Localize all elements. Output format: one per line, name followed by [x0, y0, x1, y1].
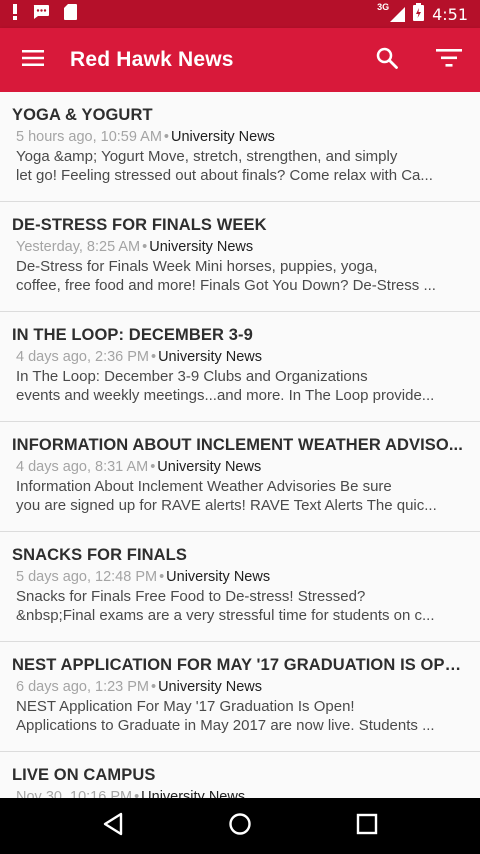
article-summary: NEST Application For May '17 Graduation …: [12, 697, 468, 735]
filter-icon: [436, 48, 462, 72]
article-time: Nov 30, 10:16 PM: [16, 789, 133, 798]
article-summary: De-Stress for Finals Week Mini horses, p…: [12, 257, 468, 295]
article-summary-line: In The Loop: December 3-9 Clubs and Orga…: [16, 368, 368, 385]
meta-separator: •: [151, 679, 157, 695]
article-meta: Nov 30, 10:16 PM • University News: [12, 789, 468, 798]
article-card[interactable]: INFORMATION ABOUT INCLEMENT WEATHER ADVI…: [0, 422, 480, 532]
article-summary-line: you are signed up for RAVE alerts! RAVE …: [16, 497, 437, 514]
article-category: University News: [166, 569, 271, 585]
meta-separator: •: [150, 459, 156, 475]
meta-separator: •: [163, 129, 169, 145]
back-button[interactable]: [78, 798, 148, 854]
article-category: University News: [149, 239, 254, 255]
article-summary-line: Yoga &amp; Yogurt Move, stretch, strengt…: [16, 148, 398, 165]
article-card[interactable]: IN THE LOOP: DECEMBER 3-9 4 days ago, 2:…: [0, 312, 480, 422]
article-title: DE-STRESS FOR FINALS WEEK: [12, 216, 267, 234]
article-summary-line: Information About Inclement Weather Advi…: [16, 478, 392, 495]
recents-icon: [356, 813, 378, 840]
battery-icon: [413, 3, 425, 25]
article-summary: Yoga &amp; Yogurt Move, stretch, strengt…: [12, 147, 468, 185]
article-card[interactable]: LIVE ON CAMPUS Nov 30, 10:16 PM • Universi…: [0, 752, 480, 798]
article-time: Yesterday, 8:25 AM: [16, 239, 141, 255]
signal-icon: 3G: [377, 2, 406, 23]
sd-card-icon: [64, 4, 77, 24]
chat-icon: [32, 4, 50, 24]
article-time: 6 days ago, 1:23 PM: [16, 679, 149, 695]
meta-separator: •: [159, 569, 165, 585]
status-time: 4:51: [432, 4, 468, 24]
article-meta: 4 days ago, 8:31 AM • University News: [12, 459, 468, 475]
article-summary: Snacks for Finals Free Food to De-stress…: [12, 587, 468, 625]
article-summary-line: NEST Application For May '17 Graduation …: [16, 698, 355, 715]
article-title: SNACKS FOR FINALS: [12, 546, 187, 564]
article-summary-line: Applications to Graduate in May 2017 are…: [16, 717, 435, 734]
article-time: 4 days ago, 8:31 AM: [16, 459, 149, 475]
article-time: 4 days ago, 2:36 PM: [16, 349, 149, 365]
article-time: 5 days ago, 12:48 PM: [16, 569, 158, 585]
article-title: LIVE ON CAMPUS: [12, 766, 156, 784]
app-bar: Red Hawk News: [0, 28, 480, 92]
article-summary: In The Loop: December 3-9 Clubs and Orga…: [12, 367, 468, 405]
menu-icon: [22, 49, 44, 71]
status-bar: 3G 4:51: [0, 0, 480, 28]
article-summary-line: events and weekly meetings...and more. I…: [16, 387, 435, 404]
article-time: 5 hours ago, 10:59 AM: [16, 129, 162, 145]
article-card[interactable]: SNACKS FOR FINALS 5 days ago, 12:48 PM • U…: [0, 532, 480, 642]
article-category: University News: [158, 349, 263, 365]
article-meta: 5 hours ago, 10:59 AM • University News: [12, 129, 468, 145]
article-meta: 4 days ago, 2:36 PM • University News: [12, 349, 468, 365]
article-card[interactable]: DE-STRESS FOR FINALS WEEK Yesterday, 8:2…: [0, 202, 480, 312]
article-summary-line: Snacks for Finals Free Food to De-stress…: [16, 588, 366, 605]
menu-button[interactable]: [0, 28, 66, 92]
article-meta: 6 days ago, 1:23 PM • University News: [12, 679, 468, 695]
home-button[interactable]: [205, 798, 275, 854]
system-nav-bar: [0, 798, 480, 854]
search-icon: [376, 47, 398, 74]
meta-separator: •: [134, 789, 140, 798]
article-summary-line: De-Stress for Finals Week Mini horses, p…: [16, 258, 378, 275]
filter-button[interactable]: [418, 28, 480, 92]
article-title: NEST APPLICATION FOR MAY '17 GRADUATION …: [12, 656, 468, 674]
article-title: INFORMATION ABOUT INCLEMENT WEATHER ADVI…: [12, 436, 463, 454]
article-title: IN THE LOOP: DECEMBER 3-9: [12, 326, 253, 344]
article-category: University News: [158, 679, 263, 695]
meta-separator: •: [151, 349, 157, 365]
back-icon: [102, 812, 124, 841]
article-summary: Information About Inclement Weather Advi…: [12, 477, 468, 515]
article-meta: 5 days ago, 12:48 PM • University News: [12, 569, 468, 585]
recents-button[interactable]: [332, 798, 402, 854]
search-button[interactable]: [356, 28, 418, 92]
news-feed[interactable]: YOGA & YOGURT 5 hours ago, 10:59 AM • Univ…: [0, 92, 480, 798]
article-card[interactable]: NEST APPLICATION FOR MAY '17 GRADUATION …: [0, 642, 480, 752]
article-card[interactable]: YOGA & YOGURT 5 hours ago, 10:59 AM • Univ…: [0, 92, 480, 202]
article-category: University News: [157, 459, 262, 475]
article-category: University News: [170, 129, 275, 145]
home-icon: [228, 812, 252, 841]
alert-icon: [12, 4, 18, 24]
meta-separator: •: [142, 239, 148, 255]
article-summary-line: coffee, free food and more! Finals Got Y…: [16, 277, 436, 294]
article-category: University News: [141, 789, 246, 798]
article-meta: Yesterday, 8:25 AM • University News: [12, 239, 468, 255]
app-title: Red Hawk News: [70, 48, 234, 71]
article-title: YOGA & YOGURT: [12, 106, 153, 124]
article-summary-line: &nbsp;Final exams are a very stressful t…: [16, 607, 435, 624]
article-summary-line: let go! Feeling stressed out about final…: [16, 167, 433, 184]
